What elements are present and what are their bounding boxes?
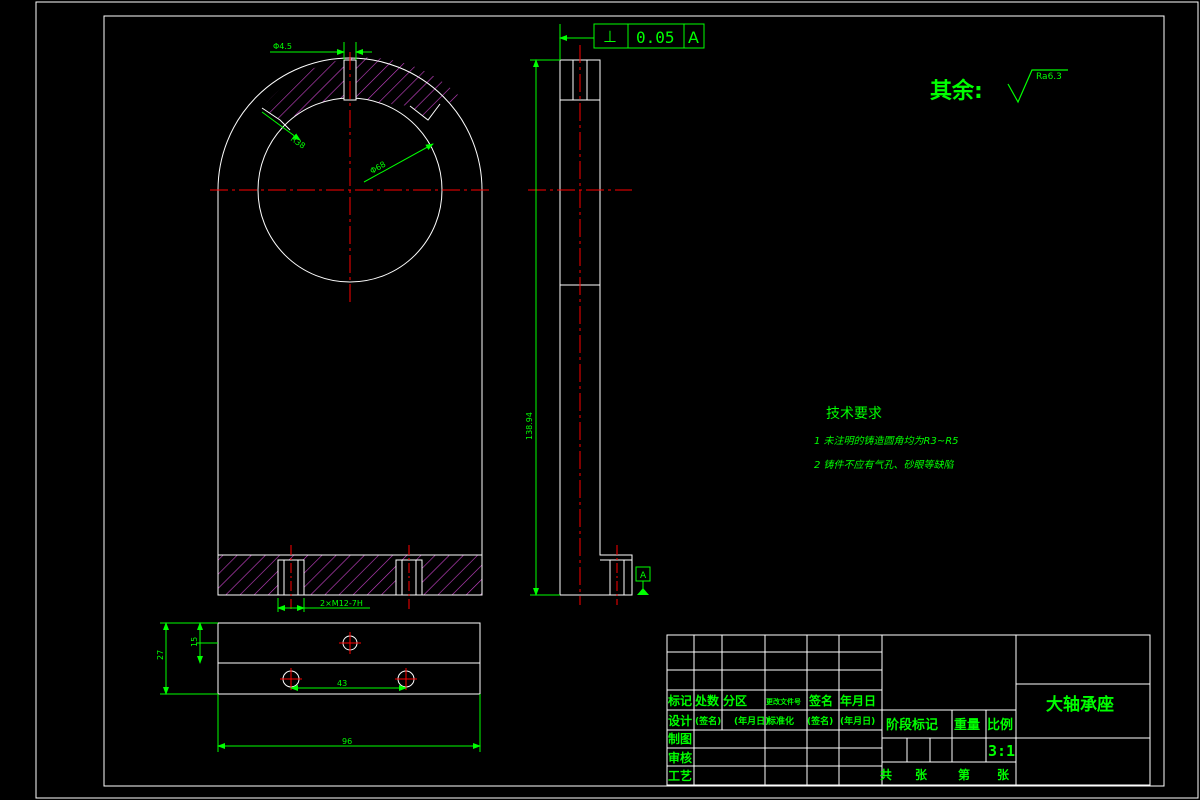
dim-top-slot: Φ4.5 xyxy=(273,42,292,51)
tolerance-frame: ⊥ 0.05 A xyxy=(593,23,705,49)
dim-hole-spacing: 43 xyxy=(337,679,347,688)
tolerance-value: 0.05 xyxy=(636,28,675,47)
hdr-change-doc: 更改文件号 xyxy=(766,697,801,706)
dim-base-thickness: 27 xyxy=(156,650,165,660)
dim-total-width: 96 xyxy=(342,737,352,746)
tolerance-symbol: ⊥ xyxy=(603,27,617,46)
hdr-sign: 签名 xyxy=(808,693,833,708)
outer-border xyxy=(35,1,1199,799)
row-standard-sign: (签名) xyxy=(807,715,833,727)
top-outline xyxy=(217,622,481,695)
role-drafter: 制图 xyxy=(668,731,692,746)
row-standard: 标准化 xyxy=(766,715,794,727)
base-hatch xyxy=(217,554,483,596)
datum-label: A xyxy=(640,571,647,581)
cad-drawing: Φ4.5 R38 Φ68 2×M12-7H 138.94 A ⊥ 0.05 A … xyxy=(35,1,1199,799)
dim-holes: 2×M12-7H xyxy=(320,599,363,608)
sheet-total: 共 xyxy=(880,767,892,782)
stage-label: 阶段标记 xyxy=(886,717,938,733)
row-design-date: (年月日) xyxy=(734,715,769,727)
role-process: 工艺 xyxy=(668,768,692,783)
dim-height: 138.94 xyxy=(525,412,534,440)
side-view: 138.94 A xyxy=(525,24,651,605)
tech-note-2: 2 铸件不应有气孔、砂眼等缺陷 xyxy=(814,459,955,471)
inner-border xyxy=(103,15,1165,787)
row-standard-date: (年月日) xyxy=(840,715,875,727)
row-design: 设计 xyxy=(668,713,692,728)
weight-label: 重量 xyxy=(954,717,980,733)
hdr-mark: 标记 xyxy=(667,693,692,708)
row-design-sign: (签名) xyxy=(695,715,721,727)
sheet-number: 第 xyxy=(958,767,970,782)
scale-value: 3:1 xyxy=(988,742,1015,760)
side-outline xyxy=(559,59,633,596)
technical-notes: 技术要求 1 未注明的铸造圆角均为R3~R5 2 铸件不应有气孔、砂眼等缺陷 xyxy=(814,406,959,471)
surface-finish: 其余: Ra6.3 xyxy=(930,69,1068,104)
surface-finish-roughness: Ra6.3 xyxy=(1036,72,1062,82)
dim-hole-offset: 15 xyxy=(190,637,199,647)
scale-label: 比例 xyxy=(987,717,1013,733)
top-view: 43 96 27 15 xyxy=(156,622,481,752)
surface-finish-label: 其余: xyxy=(930,78,983,104)
sheet-total-unit: 张 xyxy=(915,767,928,782)
part-name: 大轴承座 xyxy=(1046,694,1114,715)
role-reviewer: 审核 xyxy=(668,750,692,765)
sheet-number-unit: 张 xyxy=(997,767,1010,782)
front-view: Φ4.5 R38 Φ68 2×M12-7H xyxy=(210,42,490,612)
hdr-zone: 分区 xyxy=(723,693,747,708)
tech-notes-title: 技术要求 xyxy=(826,406,882,422)
hdr-count: 处数 xyxy=(694,693,720,708)
tech-note-1: 1 未注明的铸造圆角均为R3~R5 xyxy=(814,435,959,447)
tolerance-datum: A xyxy=(688,28,699,47)
hdr-date: 年月日 xyxy=(840,693,876,708)
